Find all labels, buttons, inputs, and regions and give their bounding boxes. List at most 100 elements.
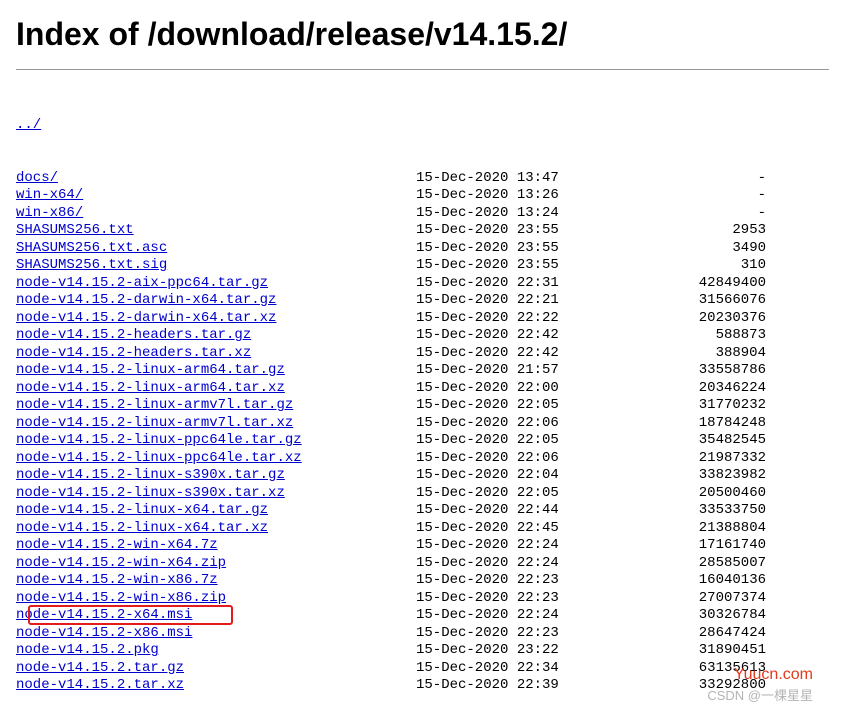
list-item: node-v14.15.2-linux-arm64.tar.xz15-Dec-2… (16, 380, 829, 398)
file-date: 15-Dec-2020 22:06 (416, 415, 616, 433)
file-link[interactable]: node-v14.15.2-x64.msi (16, 607, 192, 623)
file-link[interactable]: node-v14.15.2-linux-x64.tar.gz (16, 502, 268, 518)
file-size: 28585007 (616, 555, 766, 573)
file-date: 15-Dec-2020 22:31 (416, 275, 616, 293)
parent-dir-link[interactable]: ../ (16, 117, 41, 133)
list-item: node-v14.15.2-linux-armv7l.tar.gz 15-Dec-… (16, 397, 829, 415)
file-date: 15-Dec-2020 22:22 (416, 310, 616, 328)
file-size: 310 (616, 257, 766, 275)
list-item: node-v14.15.2-win-x86.7z 15-Dec-2020 22:2… (16, 572, 829, 590)
file-link[interactable]: node-v14.15.2-linux-arm64.tar.gz (16, 362, 285, 378)
file-link[interactable]: node-v14.15.2-win-x64.7z (16, 537, 218, 553)
file-size: 27007374 (616, 590, 766, 608)
file-link[interactable]: node-v14.15.2-linux-x64.tar.xz (16, 520, 268, 536)
list-item: node-v14.15.2-headers.tar.gz 15-Dec-2020 … (16, 327, 829, 345)
file-link[interactable]: node-v14.15.2-win-x86.7z (16, 572, 218, 588)
file-size: 2953 (616, 222, 766, 240)
file-date: 15-Dec-2020 22:05 (416, 432, 616, 450)
file-date: 15-Dec-2020 13:26 (416, 187, 616, 205)
file-size: 28647424 (616, 625, 766, 643)
file-link[interactable]: node-v14.15.2-linux-ppc64le.tar.gz (16, 432, 302, 448)
list-item: node-v14.15.2-headers.tar.xz 15-Dec-2020 … (16, 345, 829, 363)
file-link[interactable]: win-x64/ (16, 187, 83, 203)
file-link[interactable]: node-v14.15.2-darwin-x64.tar.xz (16, 310, 276, 326)
file-link[interactable]: node-v14.15.2.tar.gz (16, 660, 184, 676)
file-link[interactable]: node-v14.15.2-linux-armv7l.tar.xz (16, 415, 293, 431)
list-item: SHASUMS256.txt 15-Dec-2020 23:552953 (16, 222, 829, 240)
file-date: 15-Dec-2020 21:57 (416, 362, 616, 380)
file-date: 15-Dec-2020 22:06 (416, 450, 616, 468)
file-date: 15-Dec-2020 22:45 (416, 520, 616, 538)
file-size: 21388804 (616, 520, 766, 538)
file-link[interactable]: win-x86/ (16, 205, 83, 221)
file-size: - (616, 205, 766, 223)
file-size: 16040136 (616, 572, 766, 590)
file-date: 15-Dec-2020 13:24 (416, 205, 616, 223)
file-date: 15-Dec-2020 22:23 (416, 625, 616, 643)
file-size: - (616, 187, 766, 205)
list-item: node-v14.15.2-linux-arm64.tar.gz 15-Dec-2… (16, 362, 829, 380)
file-date: 15-Dec-2020 22:42 (416, 345, 616, 363)
list-item: node-v14.15.2-x64.msi15-Dec-2020 22:2430… (16, 607, 829, 625)
list-item: SHASUMS256.txt.asc15-Dec-2020 23:553490 (16, 240, 829, 258)
watermark-site: Yuucn.com (734, 666, 813, 684)
file-link[interactable]: SHASUMS256.txt.sig (16, 257, 167, 273)
file-date: 15-Dec-2020 22:05 (416, 397, 616, 415)
list-item: docs/15-Dec-2020 13:47- (16, 170, 829, 188)
file-size: 20500460 (616, 485, 766, 503)
list-item: node-v14.15.2-linux-armv7l.tar.xz 15-Dec-… (16, 415, 829, 433)
file-size: 20346224 (616, 380, 766, 398)
file-link[interactable]: node-v14.15.2-linux-ppc64le.tar.xz (16, 450, 302, 466)
file-date: 15-Dec-2020 22:24 (416, 555, 616, 573)
page-title: Index of /download/release/v14.15.2/ (16, 16, 829, 53)
file-size: 31566076 (616, 292, 766, 310)
list-item: node-v14.15.2-darwin-x64.tar.xz 15-Dec-20… (16, 310, 829, 328)
file-link[interactable]: node-v14.15.2-linux-armv7l.tar.gz (16, 397, 293, 413)
file-size: 31770232 (616, 397, 766, 415)
file-date: 15-Dec-2020 22:24 (416, 537, 616, 555)
file-link[interactable]: docs/ (16, 170, 58, 186)
file-date: 15-Dec-2020 22:21 (416, 292, 616, 310)
file-date: 15-Dec-2020 22:04 (416, 467, 616, 485)
file-date: 15-Dec-2020 23:55 (416, 222, 616, 240)
file-date: 15-Dec-2020 22:24 (416, 607, 616, 625)
list-item: node-v14.15.2.tar.gz15-Dec-2020 22:34631… (16, 660, 829, 678)
directory-listing: ../ docs/15-Dec-2020 13:47-win-x64/15-De… (16, 82, 829, 712)
file-date: 15-Dec-2020 22:39 (416, 677, 616, 695)
file-link[interactable]: node-v14.15.2.tar.xz (16, 677, 184, 693)
file-size: 35482545 (616, 432, 766, 450)
file-date: 15-Dec-2020 22:42 (416, 327, 616, 345)
file-link[interactable]: node-v14.15.2-x86.msi (16, 625, 192, 641)
file-date: 15-Dec-2020 22:44 (416, 502, 616, 520)
file-size: 33823982 (616, 467, 766, 485)
file-link[interactable]: node-v14.15.2-headers.tar.gz (16, 327, 251, 343)
list-item: node-v14.15.2-linux-s390x.tar.gz 15-Dec-2… (16, 467, 829, 485)
file-link[interactable]: node-v14.15.2-linux-arm64.tar.xz (16, 380, 285, 396)
parent-dir-row: ../ (16, 117, 829, 135)
file-link[interactable]: node-v14.15.2-linux-s390x.tar.gz (16, 467, 285, 483)
file-link[interactable]: SHASUMS256.txt.asc (16, 240, 167, 256)
file-link[interactable]: node-v14.15.2.pkg (16, 642, 159, 658)
file-size: 3490 (616, 240, 766, 258)
file-link[interactable]: node-v14.15.2-aix-ppc64.tar.gz (16, 275, 268, 291)
file-link[interactable]: node-v14.15.2-win-x86.zip (16, 590, 226, 606)
list-item: win-x86/15-Dec-2020 13:24- (16, 205, 829, 223)
file-link[interactable]: node-v14.15.2-darwin-x64.tar.gz (16, 292, 276, 308)
file-size: 21987332 (616, 450, 766, 468)
divider (16, 69, 829, 70)
list-item: win-x64/15-Dec-2020 13:26- (16, 187, 829, 205)
file-link[interactable]: node-v14.15.2-linux-s390x.tar.xz (16, 485, 285, 501)
file-date: 15-Dec-2020 22:23 (416, 572, 616, 590)
file-link[interactable]: SHASUMS256.txt (16, 222, 134, 238)
list-item: node-v14.15.2-linux-x64.tar.xz 15-Dec-202… (16, 520, 829, 538)
file-size: 18784248 (616, 415, 766, 433)
file-size: - (616, 170, 766, 188)
list-item: node-v14.15.2-win-x64.zip 15-Dec-2020 22:… (16, 555, 829, 573)
file-size: 42849400 (616, 275, 766, 293)
file-link[interactable]: node-v14.15.2-headers.tar.xz (16, 345, 251, 361)
file-link[interactable]: node-v14.15.2-win-x64.zip (16, 555, 226, 571)
list-item: SHASUMS256.txt.sig15-Dec-2020 23:55310 (16, 257, 829, 275)
list-item: node-v14.15.2.pkg15-Dec-2020 23:22318904… (16, 642, 829, 660)
file-size: 588873 (616, 327, 766, 345)
list-item: node-v14.15.2-linux-x64.tar.gz 15-Dec-202… (16, 502, 829, 520)
